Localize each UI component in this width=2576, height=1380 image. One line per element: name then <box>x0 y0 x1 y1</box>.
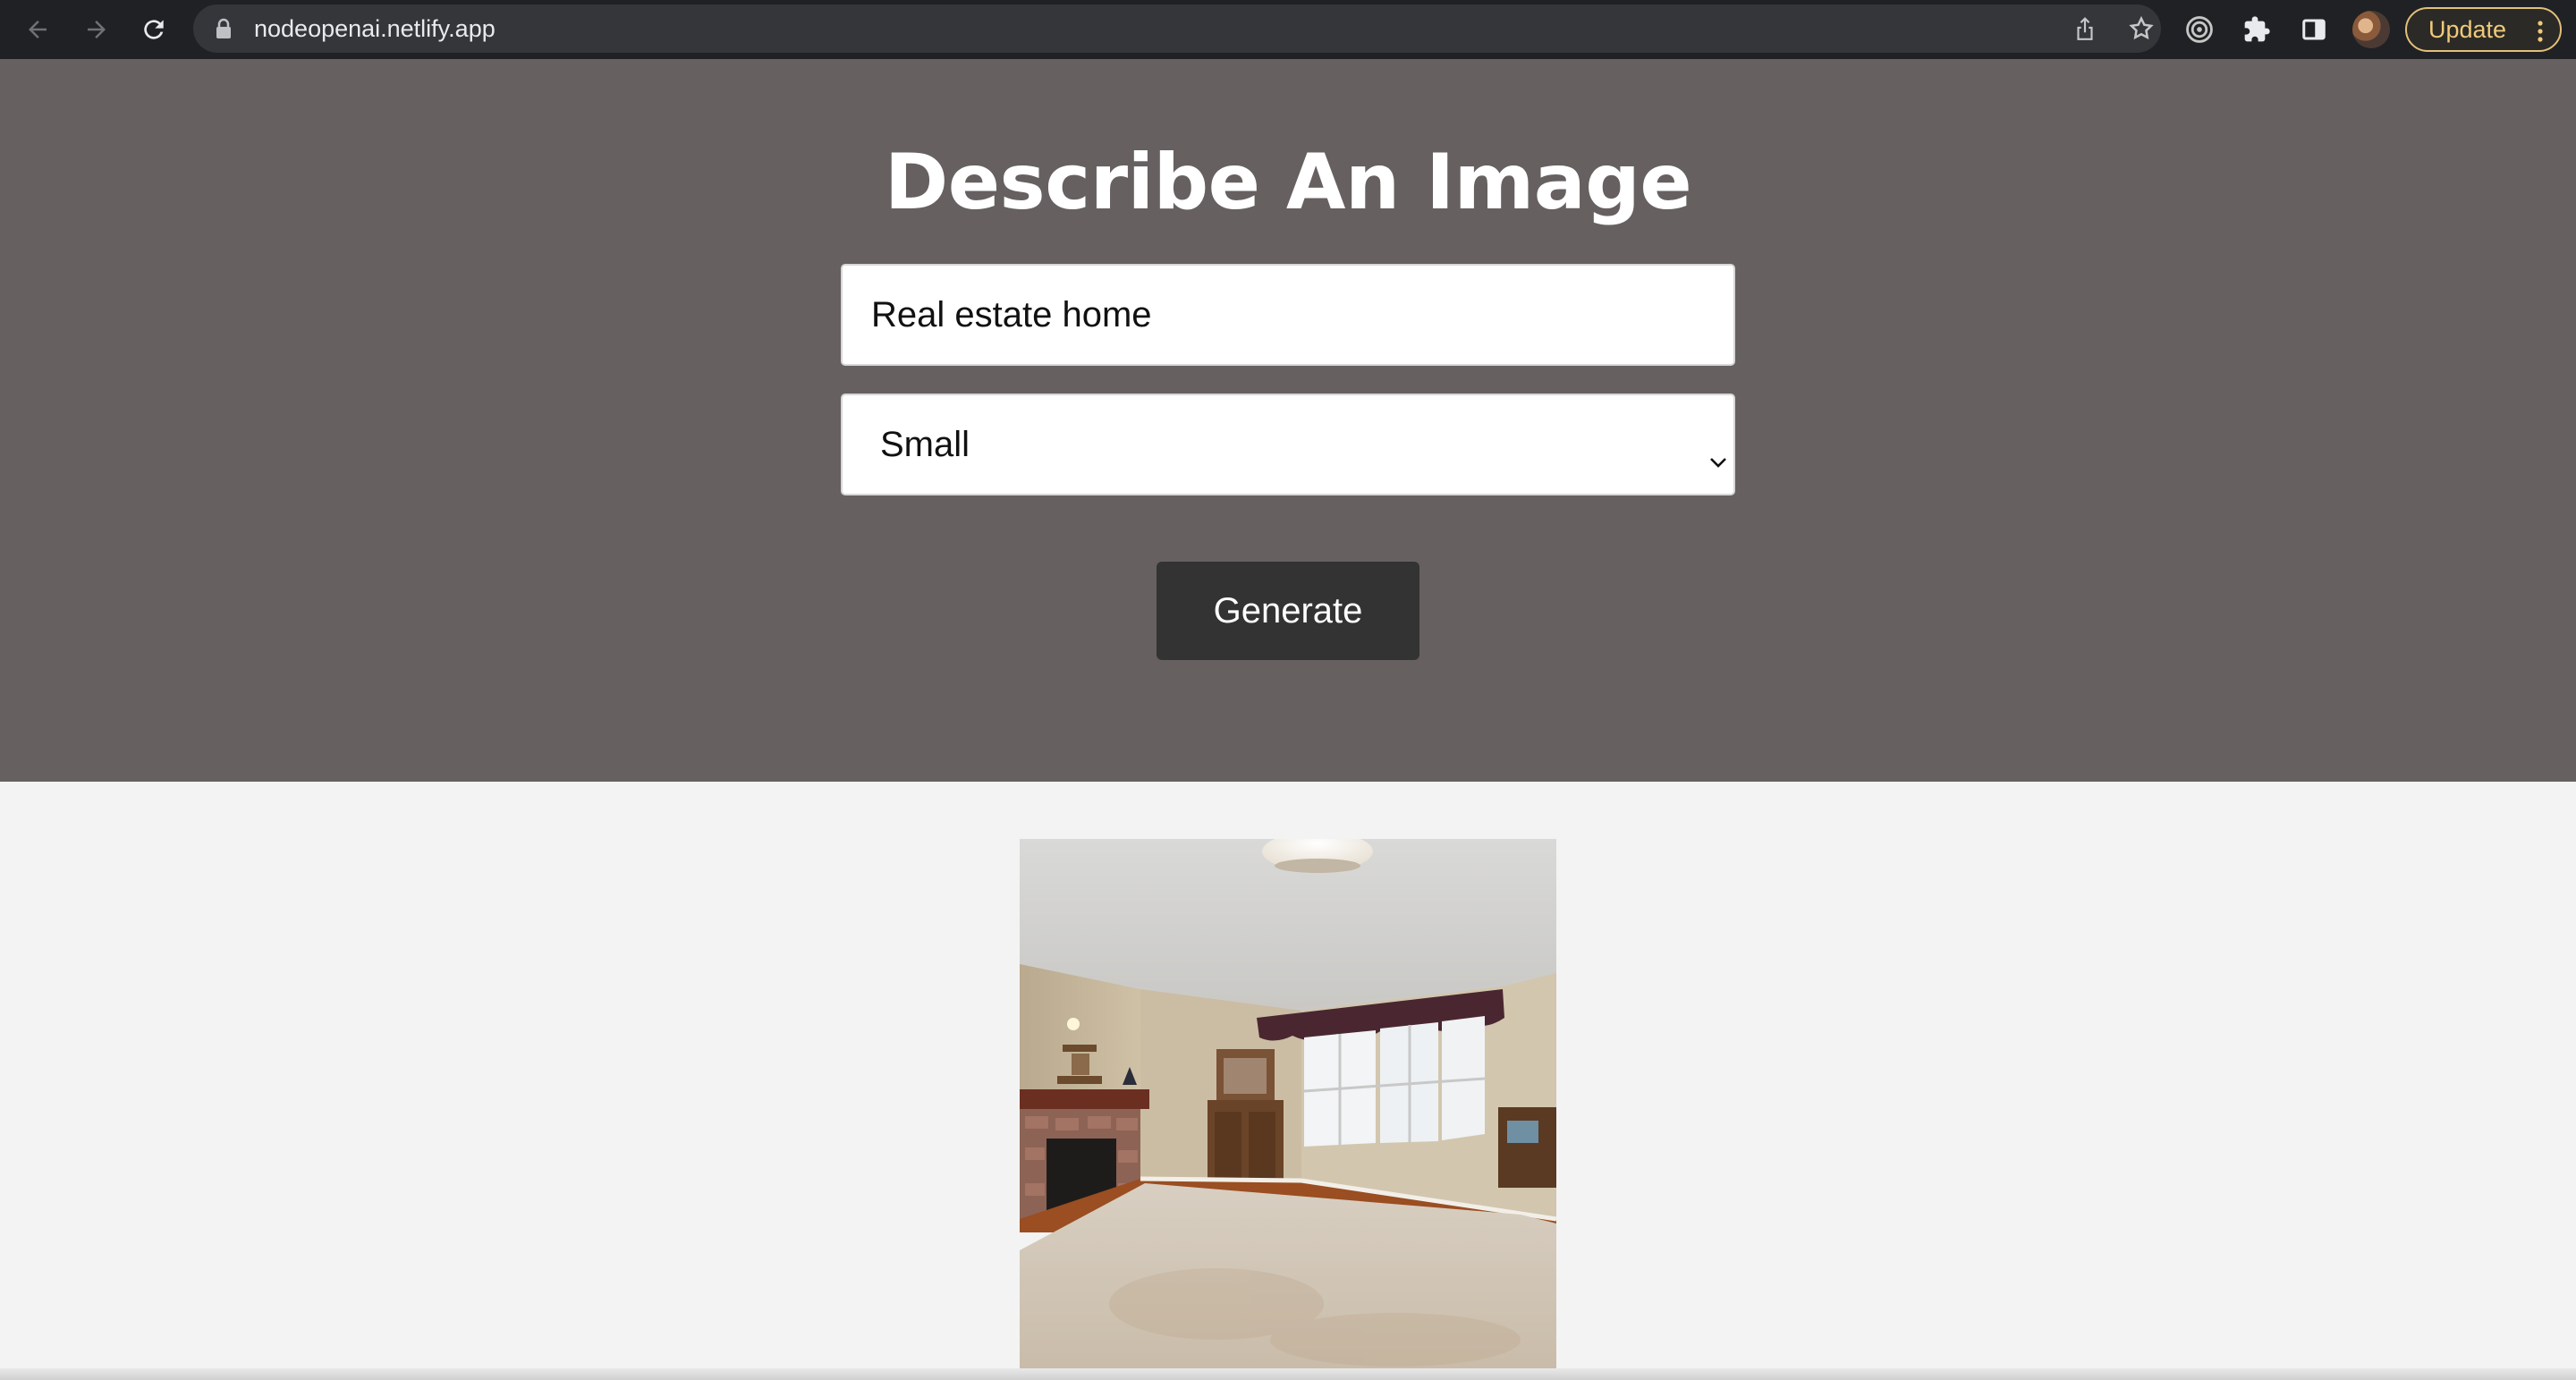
update-label: Update <box>2428 15 2507 43</box>
puzzle-icon[interactable] <box>2237 10 2276 49</box>
generate-button[interactable]: Generate <box>1157 562 1419 660</box>
browser-toolbar: nodeopenai.netlify.app Update <box>0 0 2576 59</box>
forward-arrow-icon[interactable] <box>75 8 118 51</box>
url-text: nodeopenai.netlify.app <box>254 15 496 42</box>
prompt-input[interactable] <box>841 264 1735 366</box>
share-icon[interactable] <box>2069 13 2101 45</box>
update-button[interactable]: Update <box>2405 7 2562 52</box>
profile-avatar[interactable] <box>2352 11 2390 48</box>
size-select-value: Small <box>880 424 970 464</box>
hero-section: Describe An Image Small Generate <box>0 59 2576 782</box>
address-bar[interactable]: nodeopenai.netlify.app <box>193 4 2161 53</box>
star-icon[interactable] <box>2125 13 2157 45</box>
back-arrow-icon[interactable] <box>16 8 59 51</box>
size-select[interactable]: Small <box>841 394 1735 495</box>
page-title: Describe An Image <box>884 138 1692 227</box>
lock-icon <box>215 18 233 44</box>
side-panel-icon[interactable] <box>2294 10 2334 49</box>
generated-image <box>1020 839 1556 1376</box>
bottom-shadow <box>0 1368 2576 1380</box>
extension-circle-icon[interactable] <box>2180 10 2219 49</box>
chevron-down-icon <box>1708 438 1728 478</box>
kebab-menu-icon[interactable] <box>2537 21 2544 48</box>
reload-icon[interactable] <box>132 8 175 51</box>
